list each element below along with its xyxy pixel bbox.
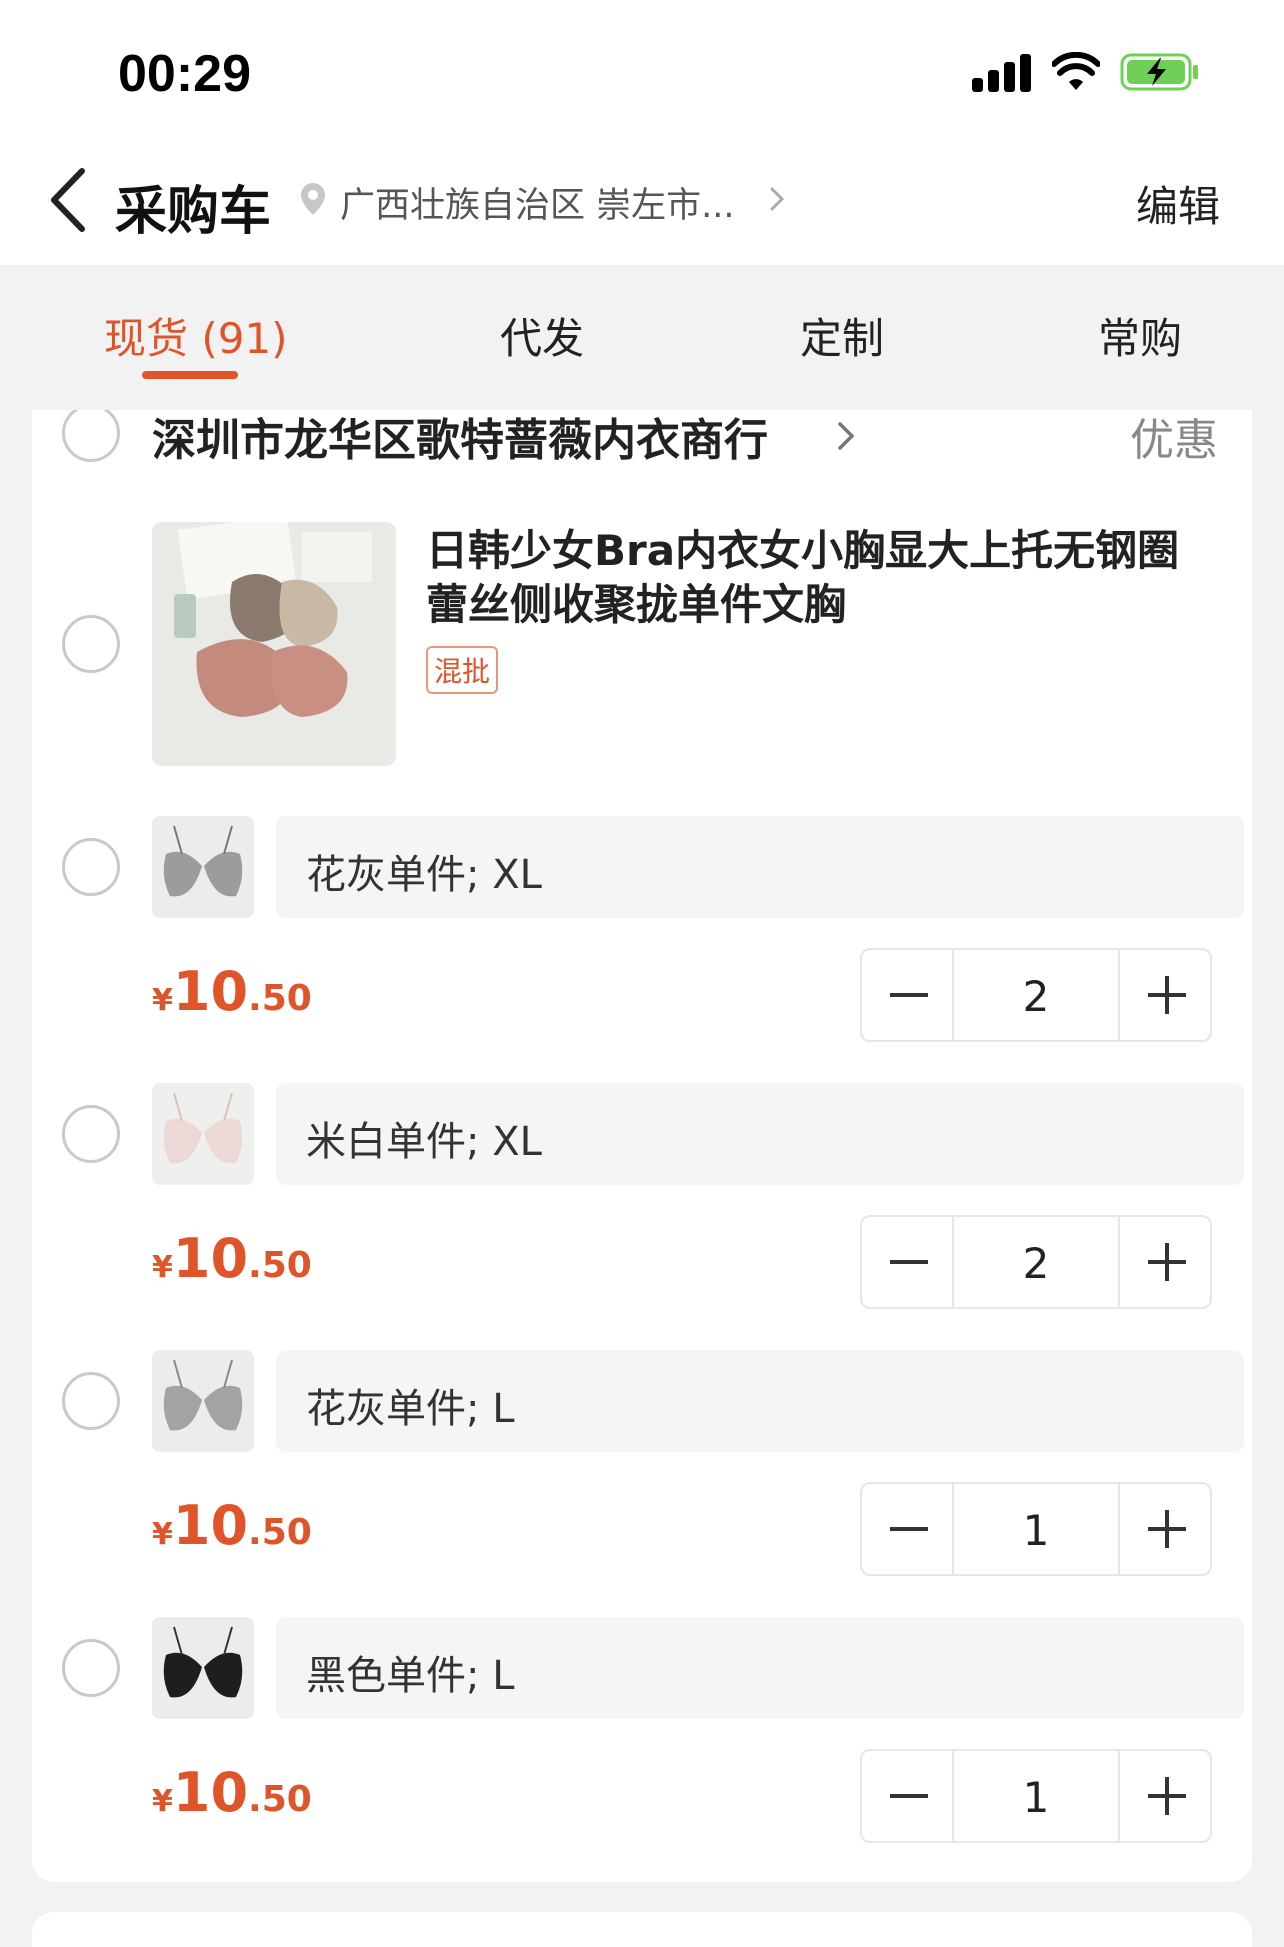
wifi-icon [1052, 52, 1100, 90]
delivery-location[interactable]: 广西壮族自治区 崇左市... [340, 177, 735, 228]
quantity-stepper: 1 [860, 1482, 1212, 1576]
sku-select-checkbox[interactable] [62, 1372, 120, 1430]
shop-cart-card: 深圳市龙华区歌特蔷薇内衣商行 优惠 日韩少女Bra内衣女小胸显大上托无钢圈蕾丝侧… [32, 410, 1252, 1882]
shop-name[interactable]: 深圳市龙华区歌特蔷薇内衣商行 [152, 410, 768, 468]
sku-spec-text: 花灰单件; XL [306, 852, 542, 898]
price-currency: ¥ [152, 1784, 173, 1819]
tab-bar: 现货 (91) 代发 定制 常购 [0, 265, 1284, 410]
back-arrow-icon[interactable] [44, 165, 94, 235]
sku-select-checkbox[interactable] [62, 1639, 120, 1697]
tab-frequent[interactable]: 常购 [1098, 305, 1182, 366]
product-image[interactable] [152, 522, 396, 766]
mixed-batch-tag: 混批 [426, 646, 499, 694]
price-decimal: .50 [248, 1779, 312, 1820]
location-pin-icon [301, 183, 325, 215]
price-currency: ¥ [152, 983, 173, 1018]
cellular-signal-icon [972, 54, 1032, 92]
price-decimal: .50 [248, 1245, 312, 1286]
price-decimal: .50 [248, 1512, 312, 1553]
quantity-value[interactable]: 1 [954, 1506, 1118, 1555]
quantity-value[interactable]: 2 [954, 1239, 1118, 1288]
sku-price: ¥10.50 [152, 1761, 312, 1824]
decrease-quantity-button[interactable] [862, 1484, 954, 1574]
sku-spec-selector[interactable]: 米白单件; XL [276, 1083, 1244, 1185]
quantity-stepper: 2 [860, 1215, 1212, 1309]
sku-spec-text: 米白单件; XL [306, 1119, 542, 1165]
sku-image[interactable] [152, 1350, 254, 1452]
price-integer: 10 [172, 1227, 249, 1290]
quantity-value[interactable]: 1 [954, 1773, 1118, 1822]
page-title: 采购车 [115, 182, 272, 242]
sku-image[interactable] [152, 1617, 254, 1719]
next-shop-card [32, 1912, 1252, 1947]
battery-charging-icon [1120, 53, 1198, 91]
tab-custom[interactable]: 定制 [800, 305, 884, 366]
promotion-link[interactable]: 优惠 [1130, 410, 1218, 468]
status-bar: 00:29 [0, 0, 1284, 145]
nav-bar: 采购车 广西壮族自治区 崇左市... 编辑 [0, 145, 1284, 265]
tab-dropship[interactable]: 代发 [500, 305, 584, 366]
sku-image[interactable] [152, 816, 254, 918]
decrease-quantity-button[interactable] [862, 950, 954, 1040]
sku-select-checkbox[interactable] [62, 838, 120, 896]
increase-quantity-button[interactable] [1118, 1484, 1210, 1574]
price-integer: 10 [172, 1761, 249, 1824]
price-integer: 10 [172, 1494, 249, 1557]
increase-quantity-button[interactable] [1118, 950, 1210, 1040]
edit-button[interactable]: 编辑 [1136, 173, 1220, 234]
sku-select-checkbox[interactable] [62, 1105, 120, 1163]
increase-quantity-button[interactable] [1118, 1751, 1210, 1841]
chevron-right-icon[interactable] [832, 414, 860, 458]
status-time: 00:29 [118, 45, 251, 103]
shop-header: 深圳市龙华区歌特蔷薇内衣商行 优惠 [32, 410, 1252, 470]
decrease-quantity-button[interactable] [862, 1217, 954, 1307]
increase-quantity-button[interactable] [1118, 1217, 1210, 1307]
price-decimal: .50 [248, 978, 312, 1019]
price-integer: 10 [172, 960, 249, 1023]
quantity-value[interactable]: 2 [954, 972, 1118, 1021]
quantity-stepper: 2 [860, 948, 1212, 1042]
decrease-quantity-button[interactable] [862, 1751, 954, 1841]
price-currency: ¥ [152, 1517, 173, 1552]
sku-spec-selector[interactable]: 黑色单件; L [276, 1617, 1244, 1719]
sku-price: ¥10.50 [152, 1494, 312, 1557]
sku-spec-text: 黑色单件; L [306, 1653, 515, 1699]
product-select-checkbox[interactable] [62, 615, 120, 673]
shop-select-checkbox[interactable] [62, 410, 120, 462]
chevron-right-icon[interactable] [762, 181, 792, 217]
price-currency: ¥ [152, 1250, 173, 1285]
sku-spec-selector[interactable]: 花灰单件; L [276, 1350, 1244, 1452]
quantity-stepper: 1 [860, 1749, 1212, 1843]
sku-spec-text: 花灰单件; L [306, 1386, 515, 1432]
sku-price: ¥10.50 [152, 960, 312, 1023]
product-title[interactable]: 日韩少女Bra内衣女小胸显大上托无钢圈蕾丝侧收聚拢单件文胸 [426, 524, 1216, 632]
sku-image[interactable] [152, 1083, 254, 1185]
sku-price: ¥10.50 [152, 1227, 312, 1290]
active-tab-indicator [142, 371, 238, 379]
sku-spec-selector[interactable]: 花灰单件; XL [276, 816, 1244, 918]
tab-in-stock[interactable]: 现货 (91) [104, 305, 288, 366]
